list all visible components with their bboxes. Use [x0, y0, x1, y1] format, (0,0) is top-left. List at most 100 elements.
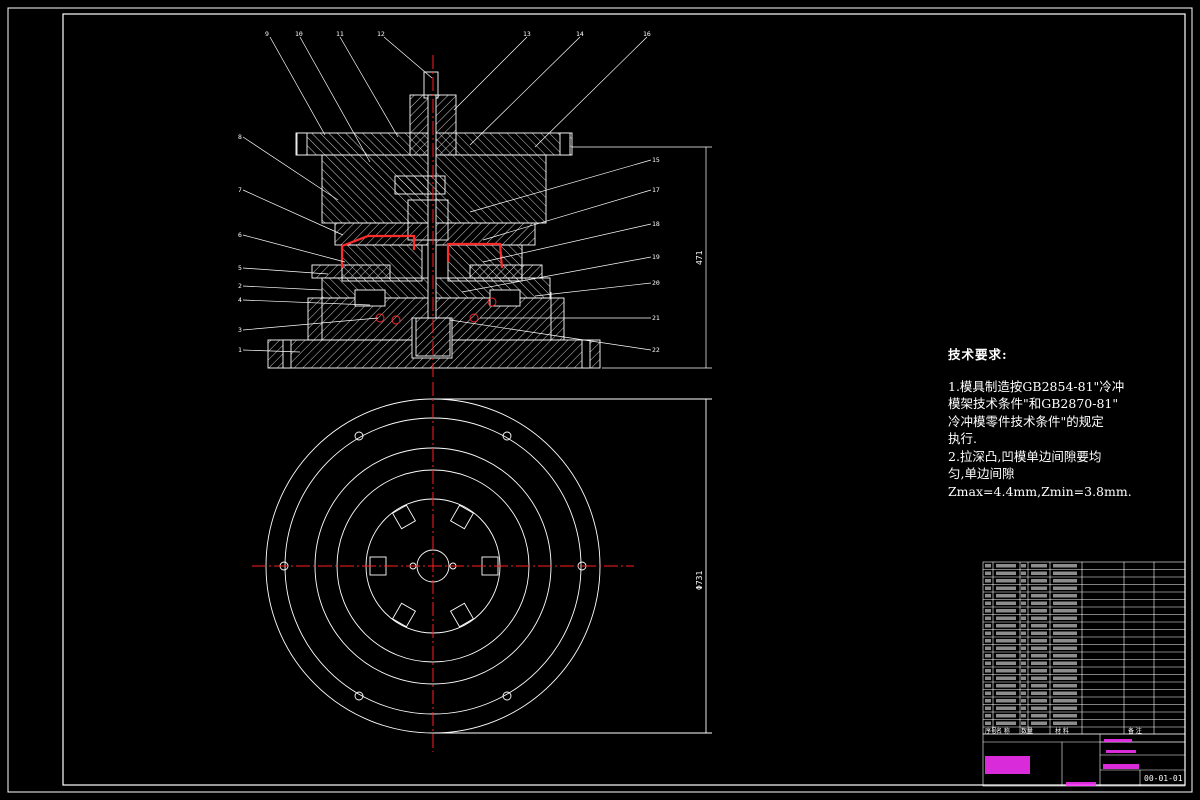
- parts-list-cell-mark: [1021, 669, 1026, 673]
- svg-text:材 料: 材 料: [1055, 727, 1069, 735]
- parts-list-cell-mark: [1053, 721, 1077, 725]
- parts-list-cell-mark: [1031, 699, 1047, 703]
- parts-list-cell-mark: [985, 631, 991, 635]
- parts-list-cell-mark: [1031, 601, 1047, 605]
- tech-line: 冷冲模零件技术条件"的规定: [948, 413, 1104, 429]
- part-label: 13: [523, 30, 531, 38]
- parts-list-cell-mark: [1053, 699, 1077, 703]
- parts-list-cell-mark: [996, 669, 1016, 673]
- drawing-number: 00-01-01: [1144, 774, 1183, 783]
- parts-list-cell-mark: [996, 691, 1016, 695]
- parts-list-cell-mark: [1031, 586, 1047, 590]
- parts-list-cell-mark: [1021, 721, 1026, 725]
- plan-center-lines: [252, 382, 634, 752]
- part-label: 6: [238, 231, 242, 239]
- parts-list-cell-mark: [1021, 564, 1026, 568]
- parts-list-cell-mark: [985, 676, 991, 680]
- part-label: 5: [238, 264, 242, 272]
- parts-list-cell-mark: [996, 579, 1016, 583]
- part-label: 1: [238, 346, 242, 354]
- parts-list-cell-mark: [1021, 654, 1026, 658]
- parts-list-cell-mark: [996, 601, 1016, 605]
- parts-list-cell-mark: [996, 631, 1016, 635]
- part-label: 12: [377, 30, 385, 38]
- parts-list-cell-mark: [1031, 691, 1047, 695]
- parts-list-cell-mark: [1053, 616, 1077, 620]
- tech-line: 1.模具制造按GB2854-81"冷冲: [948, 378, 1125, 394]
- parts-list-cell-mark: [1053, 564, 1077, 568]
- parts-list-cell-mark: [985, 654, 991, 658]
- parts-list-cell-mark: [985, 699, 991, 703]
- parts-list-cell-mark: [985, 669, 991, 673]
- parts-list-cell-mark: [996, 706, 1016, 710]
- parts-list-cell-mark: [1021, 624, 1026, 628]
- parts-list-cell-mark: [996, 646, 1016, 650]
- parts-list-cell-mark: [1021, 691, 1026, 695]
- tech-line: 匀,单边间隙: [948, 466, 1015, 481]
- parts-list-cell-mark: [985, 609, 991, 613]
- parts-list-cell-mark: [1053, 624, 1077, 628]
- parts-list-cell-mark: [996, 721, 1016, 725]
- parts-list-cell-mark: [1021, 586, 1026, 590]
- parts-list-cell-mark: [1021, 706, 1026, 710]
- svg-text:备 注: 备 注: [1128, 727, 1142, 735]
- parts-list-cell-mark: [985, 594, 991, 598]
- parts-list-cell-mark: [1031, 684, 1047, 688]
- parts-list-cell-mark: [1053, 586, 1077, 590]
- parts-list-cell-mark: [1021, 684, 1026, 688]
- parts-list-cell-mark: [985, 721, 991, 725]
- parts-list-cell-mark: [1031, 624, 1047, 628]
- part-label: 19: [652, 253, 660, 261]
- parts-list-cell-mark: [1031, 631, 1047, 635]
- parts-list-cell-mark: [996, 661, 1016, 665]
- parts-list-cell-mark: [1021, 601, 1026, 605]
- parts-list-cell-mark: [985, 571, 991, 575]
- dimension-height: 471: [695, 250, 704, 265]
- part-label: 2: [238, 282, 242, 290]
- parts-list-cell-mark: [996, 624, 1016, 628]
- parts-list-cell-mark: [1031, 669, 1047, 673]
- part-label: 9: [265, 30, 269, 38]
- part-label: 4: [238, 296, 242, 304]
- parts-list-cell-mark: [985, 706, 991, 710]
- parts-list-cell-mark: [996, 586, 1016, 590]
- parts-list-cell-mark: [1053, 706, 1077, 710]
- parts-list-cell-mark: [1053, 676, 1077, 680]
- parts-list-cell-mark: [1053, 631, 1077, 635]
- parts-list-cell-mark: [1053, 646, 1077, 650]
- tech-title: 技术要求:: [948, 347, 1008, 362]
- parts-list-cell-mark: [996, 654, 1016, 658]
- tech-line: Zmax=4.4mm,Zmin=3.8mm.: [948, 483, 1132, 499]
- part-label: 3: [238, 326, 242, 334]
- parts-list-cell-mark: [1031, 706, 1047, 710]
- parts-list-cell-mark: [985, 624, 991, 628]
- part-label: 21: [652, 314, 660, 322]
- part-label: 14: [576, 30, 584, 38]
- technical-requirements: 技术要求: 1.模具制造按GB2854-81"冷冲 模架技术条件"和GB2870…: [948, 346, 1138, 500]
- parts-list-cell-mark: [1031, 646, 1047, 650]
- part-label: 17: [652, 186, 660, 194]
- part-label: 22: [652, 346, 660, 354]
- parts-list-cell-mark: [985, 616, 991, 620]
- parts-list-cell-mark: [1031, 564, 1047, 568]
- parts-list-cell-mark: [1053, 654, 1077, 658]
- parts-list-cell-mark: [1021, 571, 1026, 575]
- parts-list-cell-mark: [1021, 579, 1026, 583]
- parts-list-cell-mark: [996, 639, 1016, 643]
- parts-list-cell-mark: [1031, 571, 1047, 575]
- parts-list-cell-mark: [996, 564, 1016, 568]
- parts-list-cell-mark: [1021, 639, 1026, 643]
- dimension-diameter: Φ731: [695, 571, 704, 590]
- parts-list-cell-mark: [985, 579, 991, 583]
- svg-text:名 称: 名 称: [996, 727, 1010, 735]
- parts-list-cell-mark: [985, 639, 991, 643]
- parts-list-cell-mark: [1021, 616, 1026, 620]
- parts-list-cell-mark: [996, 594, 1016, 598]
- parts-list-cell-mark: [985, 586, 991, 590]
- parts-list-cell-mark: [1053, 571, 1077, 575]
- parts-list-cell-mark: [996, 699, 1016, 703]
- parts-list-cell-mark: [1021, 631, 1026, 635]
- parts-list-cell-mark: [1053, 684, 1077, 688]
- part-label: 8: [238, 133, 242, 141]
- parts-list-cell-mark: [1021, 699, 1026, 703]
